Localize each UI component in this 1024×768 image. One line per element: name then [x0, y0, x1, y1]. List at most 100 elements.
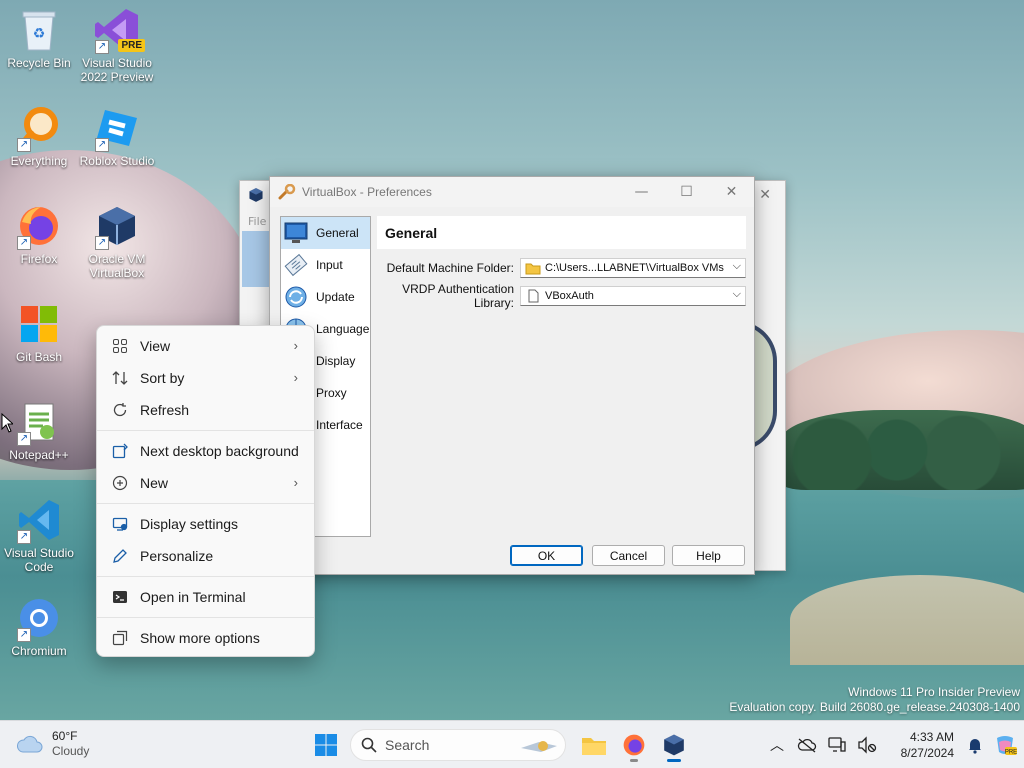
machine-folder-label: Default Machine Folder:: [386, 261, 514, 275]
menu-item-label: Next desktop background: [140, 443, 299, 459]
menu-item-label: Display settings: [140, 516, 239, 532]
shortcut-arrow-icon: ↗: [17, 432, 31, 446]
notifications-bell-icon[interactable]: [960, 727, 990, 763]
globe-refresh-icon: [284, 285, 308, 309]
machine-folder-row: Default Machine Folder: C:\Users...LLABN…: [370, 258, 746, 278]
desktop-icon-visual-studio-code[interactable]: ↗ Visual Studio Code: [0, 496, 78, 574]
desktop-icon-label: Firefox: [20, 252, 58, 266]
close-button[interactable]: ✕: [709, 177, 754, 207]
volume-muted-icon[interactable]: [852, 727, 882, 763]
desktop-icon-label: Visual Studio Code: [4, 546, 74, 574]
taskbar-file-explorer[interactable]: [574, 727, 614, 763]
taskbar-virtualbox[interactable]: [654, 727, 694, 763]
menu-item-refresh[interactable]: Refresh: [97, 394, 314, 426]
category-label: Display: [316, 354, 356, 368]
copilot-icon[interactable]: PRE: [990, 727, 1020, 763]
menu-item-label: View: [140, 338, 171, 354]
category-general[interactable]: General: [281, 217, 370, 249]
mouse-cursor-icon: [1, 413, 13, 433]
weather-temperature: 60°F: [52, 729, 78, 743]
desktop-icon-chromium[interactable]: ↗ Chromium: [0, 594, 78, 658]
weather-widget[interactable]: 60°F Cloudy: [16, 729, 89, 759]
menu-item-view[interactable]: View ›: [97, 330, 314, 362]
menu-separator: [97, 503, 314, 504]
menu-separator: [97, 430, 314, 431]
vm-list-selection[interactable]: [242, 231, 270, 287]
menu-item-next-desktop-background[interactable]: Next desktop background: [97, 435, 314, 467]
show-hidden-icons-button[interactable]: ︿: [762, 727, 792, 763]
search-icon: [361, 737, 377, 753]
start-button[interactable]: [306, 727, 346, 763]
menu-item-open-in-terminal[interactable]: Open in Terminal: [97, 581, 314, 613]
desktop-icon-oracle-vm-virtualbox[interactable]: ↗ Oracle VM VirtualBox: [78, 202, 156, 280]
svg-text:♻: ♻: [33, 25, 46, 41]
desktop-icon-recycle-bin[interactable]: ♻ Recycle Bin: [0, 6, 78, 70]
desktop-icon-label: Oracle VM VirtualBox: [88, 252, 146, 280]
dialog-titlebar[interactable]: VirtualBox - Preferences — ☐ ✕: [270, 177, 754, 207]
virtualbox-cube-icon: [664, 734, 684, 756]
machine-folder-value: C:\Users...LLABNET\VirtualBox VMs: [545, 262, 724, 274]
category-label: Proxy: [316, 386, 347, 400]
search-label: Search: [385, 737, 430, 753]
menu-item-label: Personalize: [140, 548, 214, 564]
chevron-right-icon: ›: [293, 370, 298, 385]
more-options-icon: [111, 629, 129, 647]
chevron-right-icon: ›: [293, 475, 298, 490]
watermark-line-edition: Windows 11 Pro Insider Preview: [848, 685, 1020, 699]
search-highlight-icon: [521, 741, 557, 752]
desktop-icon-label: Recycle Bin: [7, 56, 71, 70]
menu-item-new[interactable]: New ›: [97, 467, 314, 499]
menu-item-display-settings[interactable]: Display settings: [97, 508, 314, 540]
evaluation-watermark: Windows 11 Pro Insider Preview Evaluatio…: [729, 685, 1020, 715]
preferences-wrench-icon: [278, 184, 296, 200]
desktop-icon-git-bash[interactable]: Git Bash: [0, 300, 78, 364]
preferences-dialog[interactable]: VirtualBox - Preferences — ☐ ✕ General I…: [269, 176, 755, 575]
wallpaper-forest: [780, 410, 1024, 490]
file-icon: [528, 289, 539, 303]
menu-item-label: Show more options: [140, 630, 260, 646]
git-bash-icon: [15, 300, 63, 348]
vrdp-library-select[interactable]: VBoxAuth ⌵: [520, 286, 746, 306]
desktop-icon-firefox[interactable]: ↗ Firefox: [0, 202, 78, 266]
category-update[interactable]: Update: [281, 281, 370, 313]
desktop-icon-label: Chromium: [11, 644, 67, 658]
desktop-icon-roblox-studio[interactable]: ↗ Roblox Studio: [78, 104, 156, 168]
maximize-button[interactable]: ☐: [664, 177, 709, 207]
minimize-button[interactable]: —: [619, 177, 664, 207]
taskbar[interactable]: 60°F Cloudy Search ︿ 4:33 AM 8/27/2024 P…: [0, 720, 1024, 768]
plus-circle-icon: [111, 474, 129, 492]
category-label: General: [316, 226, 359, 240]
desktop-context-menu[interactable]: View › Sort by › Refresh Next desktop ba…: [96, 325, 315, 657]
preview-badge: PRE: [118, 39, 145, 52]
onedrive-offline-icon[interactable]: [792, 727, 822, 763]
network-icon[interactable]: [822, 727, 852, 763]
menu-file[interactable]: File: [248, 215, 266, 228]
desktop-icon-everything[interactable]: ↗ Everything: [0, 104, 78, 168]
help-button[interactable]: Help: [672, 545, 745, 566]
dialog-title: VirtualBox - Preferences: [302, 185, 432, 199]
menu-item-sort-by[interactable]: Sort by ›: [97, 362, 314, 394]
virtualbox-cube-icon: ↗: [93, 202, 141, 250]
chevron-down-icon: ⌵: [732, 260, 741, 272]
menu-item-show-more-options[interactable]: Show more options: [97, 622, 314, 654]
taskbar-firefox[interactable]: [614, 727, 654, 763]
cloud-icon: [17, 735, 43, 753]
cancel-button[interactable]: Cancel: [592, 545, 665, 566]
taskbar-search[interactable]: Search: [350, 729, 566, 761]
menu-item-label: Open in Terminal: [140, 589, 246, 605]
machine-folder-select[interactable]: C:\Users...LLABNET\VirtualBox VMs ⌵: [520, 258, 746, 278]
desktop-icon-visual-studio-2022-preview[interactable]: ↗ PRE Visual Studio 2022 Preview: [78, 6, 156, 84]
recycle-bin-icon: ♻: [15, 6, 63, 54]
desktop-icon-label: Notepad++: [9, 448, 69, 462]
ok-button[interactable]: OK: [510, 545, 583, 566]
taskbar-center: Search: [306, 727, 694, 763]
watermark-line-build: Evaluation copy. Build 26080.ge_release.…: [729, 700, 1020, 714]
menu-item-personalize[interactable]: Personalize: [97, 540, 314, 572]
monitor-icon: [284, 221, 308, 245]
folder-icon: [525, 263, 541, 275]
close-icon[interactable]: ✕: [759, 187, 771, 203]
taskbar-clock[interactable]: 4:33 AM 8/27/2024: [882, 729, 960, 761]
notepad-plus-plus-icon: ↗: [15, 398, 63, 446]
shortcut-arrow-icon: ↗: [95, 40, 109, 54]
category-input[interactable]: Input: [281, 249, 370, 281]
